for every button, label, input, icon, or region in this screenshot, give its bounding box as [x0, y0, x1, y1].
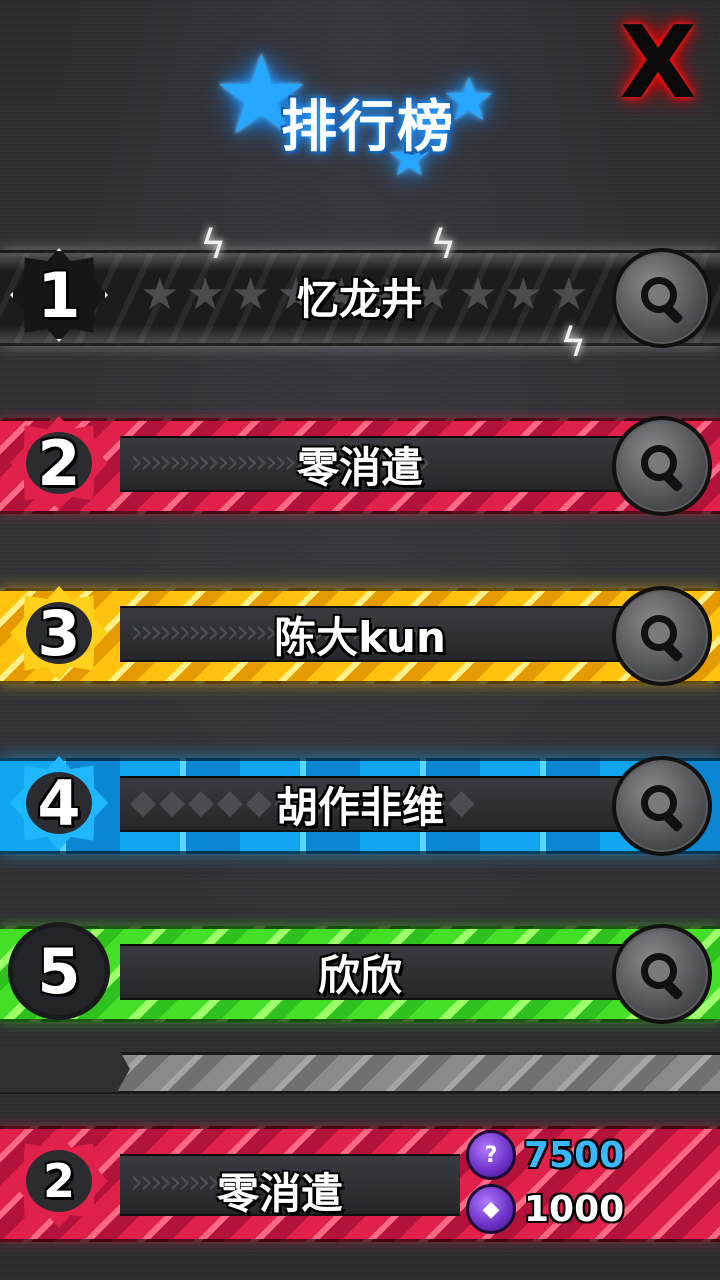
view-player-button[interactable]	[612, 416, 712, 516]
my-rank-row: ›››››››››››››››› 2 零消遣 ? 7500 ◆ 1000	[0, 1110, 720, 1242]
currency-1-amount: 7500	[524, 1134, 625, 1176]
gem-icon: ?	[466, 1130, 516, 1180]
player-name: 忆龙井	[296, 275, 423, 324]
rank-badge: 1	[4, 242, 114, 348]
rank-number: 4	[37, 766, 81, 840]
rank-badge: 2	[4, 410, 114, 516]
close-icon: X	[619, 4, 697, 121]
leaderboard-row-1: ★★★★★★★★★★ ϟ ϟ ϟ 1 忆龙井	[0, 222, 720, 366]
rank-badge: 2	[4, 1128, 114, 1234]
leaderboard-row-2: ››››››››››››››››››››››››››››››› 2 零消遣	[0, 396, 720, 526]
rank-number: 2	[42, 1154, 75, 1208]
rank-badge: 3	[4, 580, 114, 686]
rank-badge: 5	[4, 918, 114, 1024]
title-banner: ★ ★ ★ 排行榜	[210, 36, 510, 186]
player-name: 零消遣	[296, 443, 423, 492]
close-button[interactable]: X	[610, 13, 706, 113]
currency-2-amount: 1000	[524, 1188, 625, 1230]
rank-number: 5	[37, 934, 81, 1008]
lightning-icon: ϟ	[200, 222, 227, 268]
leaderboard-row-3: ››››››››››››››››››››››››››››››› 3 陈大kun	[0, 566, 720, 696]
magnifier-icon	[639, 613, 685, 663]
leaderboard-screen: ★ ★ ★ 排行榜 X ★★★★★★★★★★ ϟ ϟ ϟ 1 忆龙井 ›››››…	[0, 0, 720, 1280]
magnifier-icon	[639, 783, 685, 833]
view-player-button[interactable]	[612, 586, 712, 686]
page-title: 排行榜	[281, 95, 455, 160]
view-player-button[interactable]	[612, 756, 712, 856]
magnifier-icon	[639, 275, 685, 325]
leaderboard-row-4: ◆ ◆ ◆ ◆ ◆ ◆ ◆ ◆ ◆ ◆ ◆ ◆ 4 胡作非维	[0, 736, 720, 866]
magnifier-icon	[639, 443, 685, 493]
my-player-name: 零消遣	[216, 1169, 343, 1218]
rank-number: 3	[37, 596, 81, 670]
player-name: 胡作非维	[275, 783, 444, 832]
currency-1: ? 7500	[466, 1130, 624, 1180]
player-name: 欣欣	[317, 951, 402, 1000]
leaderboard-row-5: 5 欣欣	[0, 904, 720, 1034]
view-player-button[interactable]	[612, 248, 712, 348]
divider-notch	[0, 1046, 130, 1092]
rank-number: 2	[37, 426, 81, 500]
rank-number: 1	[37, 258, 81, 332]
player-name: 陈大kun	[274, 613, 446, 662]
crystal-icon: ◆	[466, 1184, 516, 1234]
view-player-button[interactable]	[612, 924, 712, 1024]
magnifier-icon	[639, 951, 685, 1001]
lightning-icon: ϟ	[430, 222, 457, 268]
rank-badge: 4	[4, 750, 114, 856]
currency-2: ◆ 1000	[466, 1184, 624, 1234]
